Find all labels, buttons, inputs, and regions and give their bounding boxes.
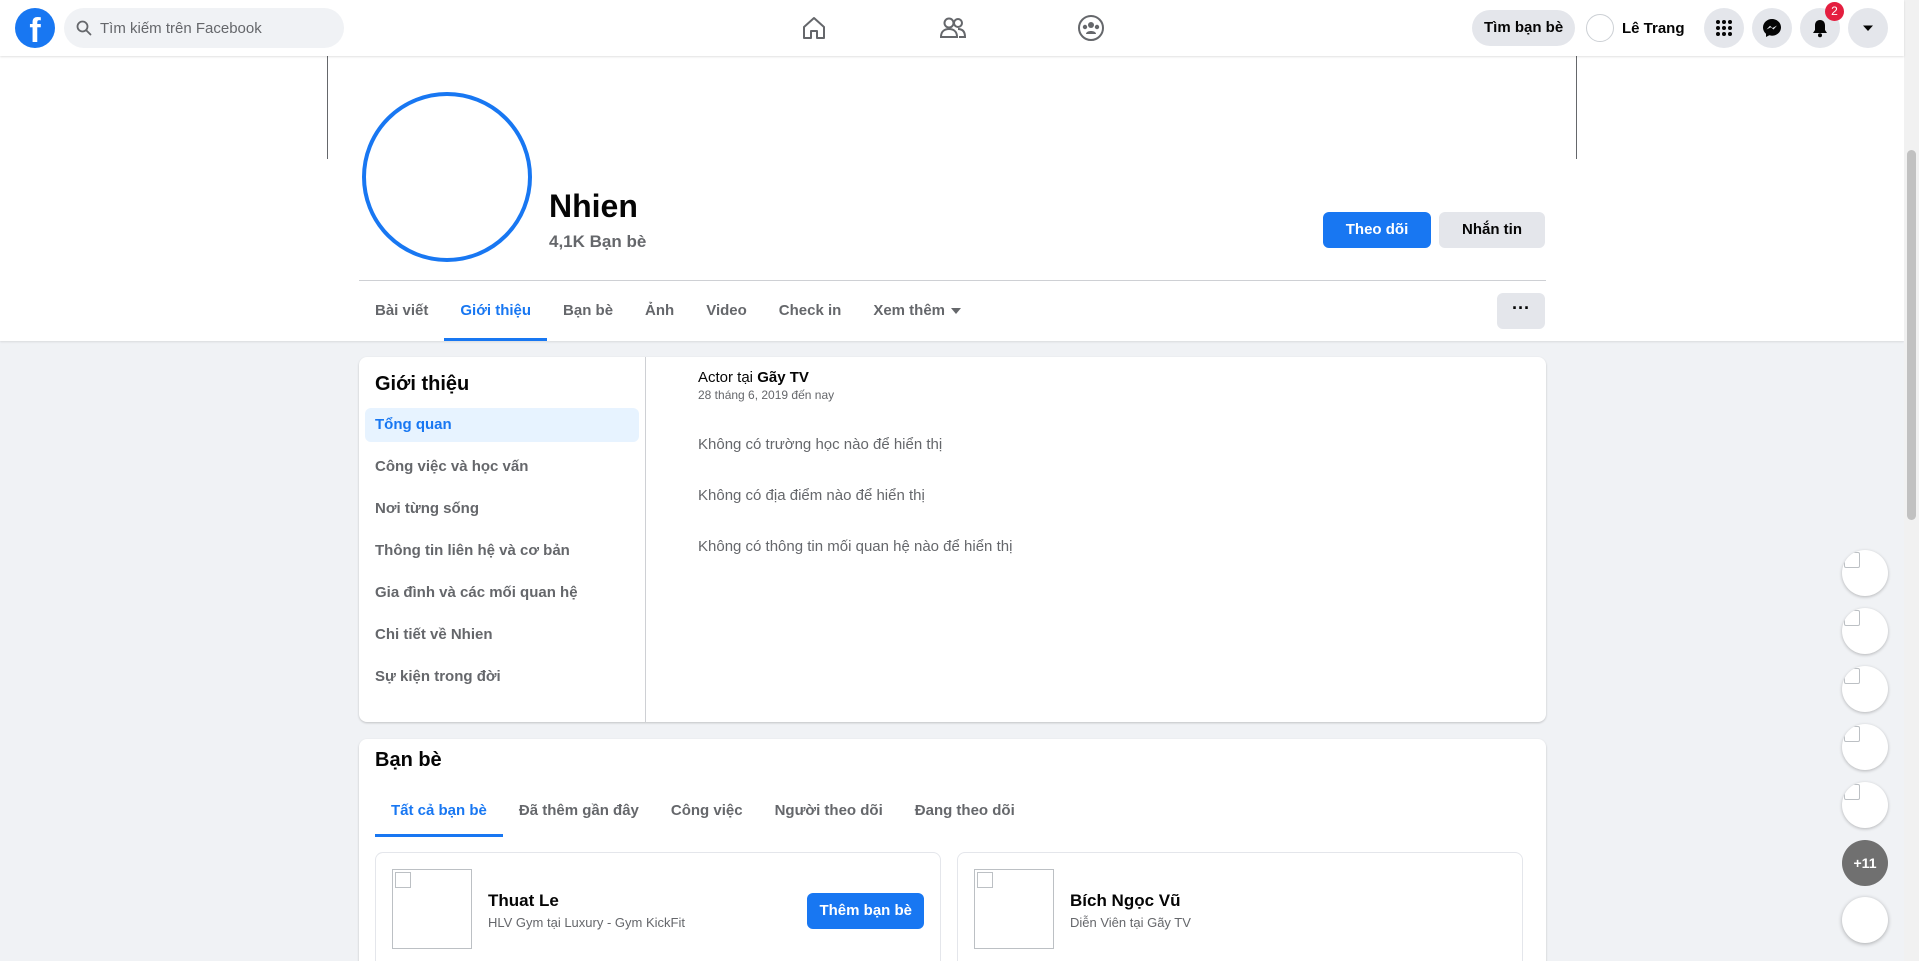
no-places-text: Không có địa điểm nào để hiển thị: [698, 487, 925, 504]
friends-icon[interactable]: [937, 12, 969, 44]
intro-title: Giới thiệu: [375, 373, 470, 395]
contact-bubble[interactable]: [1842, 666, 1888, 712]
cover-photo-edge: [1576, 56, 1577, 159]
friend-photo[interactable]: [392, 869, 472, 949]
profile-shortcut[interactable]: Lê Trang: [1586, 10, 1685, 46]
profile-tabs: Bài viết Giới thiệu Bạn bè Ảnh Video Che…: [359, 281, 977, 341]
tab-work[interactable]: Công việc: [655, 785, 759, 837]
friends-card: Bạn bè Tất cả bạn bè Đã thêm gần đây Côn…: [359, 739, 1546, 961]
intro-menu-overview[interactable]: Tổng quan: [365, 408, 639, 442]
menu-grid-button[interactable]: [1704, 8, 1744, 48]
page-scrollbar[interactable]: [1904, 0, 1919, 961]
bell-icon: [1813, 20, 1827, 38]
cover-photo-edge: [327, 56, 328, 159]
more-contacts-bubble[interactable]: +11: [1842, 840, 1888, 886]
contact-bubble[interactable]: [1842, 782, 1888, 828]
more-options-button[interactable]: ···: [1497, 293, 1545, 329]
facebook-logo-icon[interactable]: f: [15, 8, 55, 48]
friend-item: Bích Ngọc Vũ Diễn Viên tại Gãy TV: [957, 852, 1523, 961]
tab-all-friends[interactable]: Tất cả bạn bè: [375, 785, 503, 837]
friend-description: Diễn Viên tại Gãy TV: [1070, 915, 1191, 930]
caret-down-icon: [951, 308, 962, 315]
contact-bubble[interactable]: [1842, 724, 1888, 770]
intro-menu-contact-basic[interactable]: Thông tin liên hệ và cơ bản: [365, 534, 639, 568]
friend-name[interactable]: Bích Ngọc Vũ: [1070, 891, 1181, 911]
tab-followers[interactable]: Người theo dõi: [759, 785, 899, 837]
contact-bubble[interactable]: [1842, 550, 1888, 596]
search-box[interactable]: [64, 8, 344, 48]
message-button[interactable]: Nhắn tin: [1439, 212, 1545, 248]
tab-friends[interactable]: Bạn bè: [547, 281, 629, 341]
follow-button[interactable]: Theo dõi: [1323, 212, 1431, 248]
chevron-down-icon: [1863, 25, 1873, 31]
tab-see-more-label: Xem thêm: [873, 302, 946, 319]
intro-content: Actor tại Gãy TV 28 tháng 6, 2019 đến na…: [698, 369, 1012, 555]
user-name: Lê Trang: [1622, 19, 1685, 37]
friend-name[interactable]: Thuat Le: [488, 891, 559, 911]
home-icon[interactable]: [798, 12, 830, 44]
avatar: [1586, 14, 1614, 42]
friends-title: Bạn bè: [375, 749, 442, 771]
top-navigation-bar: f Tìm bạn bè Lê Trang 2: [0, 0, 1904, 56]
intro-menu-places-lived[interactable]: Nơi từng sống: [365, 492, 639, 526]
work-date: 28 tháng 6, 2019 đến nay: [698, 388, 835, 402]
friend-item: Thuat Le HLV Gym tại Luxury - Gym KickFi…: [375, 852, 941, 961]
notifications-button[interactable]: 2: [1800, 2, 1844, 48]
tab-following[interactable]: Đang theo dõi: [899, 785, 1031, 837]
friends-tabs: Tất cả bạn bè Đã thêm gần đây Công việc …: [375, 785, 1031, 837]
work-entry: Actor tại Gãy TV: [698, 369, 1012, 386]
friends-count-link[interactable]: 4,1K Bạn bè: [549, 232, 646, 252]
intro-sidebar: Giới thiệu Tổng quan Công việc và học vấ…: [359, 357, 646, 722]
find-friends-button[interactable]: Tìm bạn bè: [1472, 10, 1576, 46]
no-school-text: Không có trường học nào để hiển thị: [698, 436, 943, 453]
account-menu-button[interactable]: [1848, 8, 1888, 48]
work-place-link[interactable]: Gãy TV: [757, 369, 809, 386]
profile-header: Nhien 4,1K Bạn bè Theo dõi Nhắn tin Bài …: [0, 56, 1904, 341]
add-friend-button[interactable]: Thêm bạn bè: [807, 893, 924, 929]
tab-recently-added[interactable]: Đã thêm gần đây: [503, 785, 655, 837]
groups-icon[interactable]: [1075, 12, 1107, 44]
search-input[interactable]: [100, 19, 320, 37]
new-message-button[interactable]: [1842, 897, 1888, 943]
search-icon: [76, 20, 92, 36]
work-prefix: Actor tại: [698, 369, 758, 386]
notification-badge: 2: [1825, 2, 1844, 21]
intro-menu-family-relationships[interactable]: Gia đình và các mối quan hệ: [365, 576, 639, 610]
tab-see-more[interactable]: Xem thêm: [857, 281, 977, 341]
intro-menu-details[interactable]: Chi tiết về Nhien: [365, 618, 639, 652]
tab-posts[interactable]: Bài viết: [359, 281, 444, 341]
intro-menu-work-education[interactable]: Công việc và học vấn: [365, 450, 639, 484]
tab-check-ins[interactable]: Check in: [763, 281, 858, 341]
grid-icon: [1716, 20, 1732, 36]
contact-bubble[interactable]: [1842, 608, 1888, 654]
messenger-button[interactable]: [1752, 8, 1792, 48]
profile-name: Nhien: [549, 188, 638, 224]
intro-card: Giới thiệu Tổng quan Công việc và học vấ…: [359, 357, 1546, 722]
intro-menu-life-events[interactable]: Sự kiện trong đời: [365, 660, 639, 694]
no-relationship-text: Không có thông tin mối quan hệ nào để hi…: [698, 538, 1013, 555]
tab-photos[interactable]: Ảnh: [629, 281, 690, 341]
messenger-icon: [1763, 19, 1781, 37]
scrollbar-thumb[interactable]: [1907, 150, 1916, 520]
tab-videos[interactable]: Video: [690, 281, 763, 341]
tab-about[interactable]: Giới thiệu: [444, 281, 547, 341]
friend-photo[interactable]: [974, 869, 1054, 949]
friend-description: HLV Gym tại Luxury - Gym KickFit: [488, 915, 685, 930]
profile-picture[interactable]: [362, 92, 532, 262]
